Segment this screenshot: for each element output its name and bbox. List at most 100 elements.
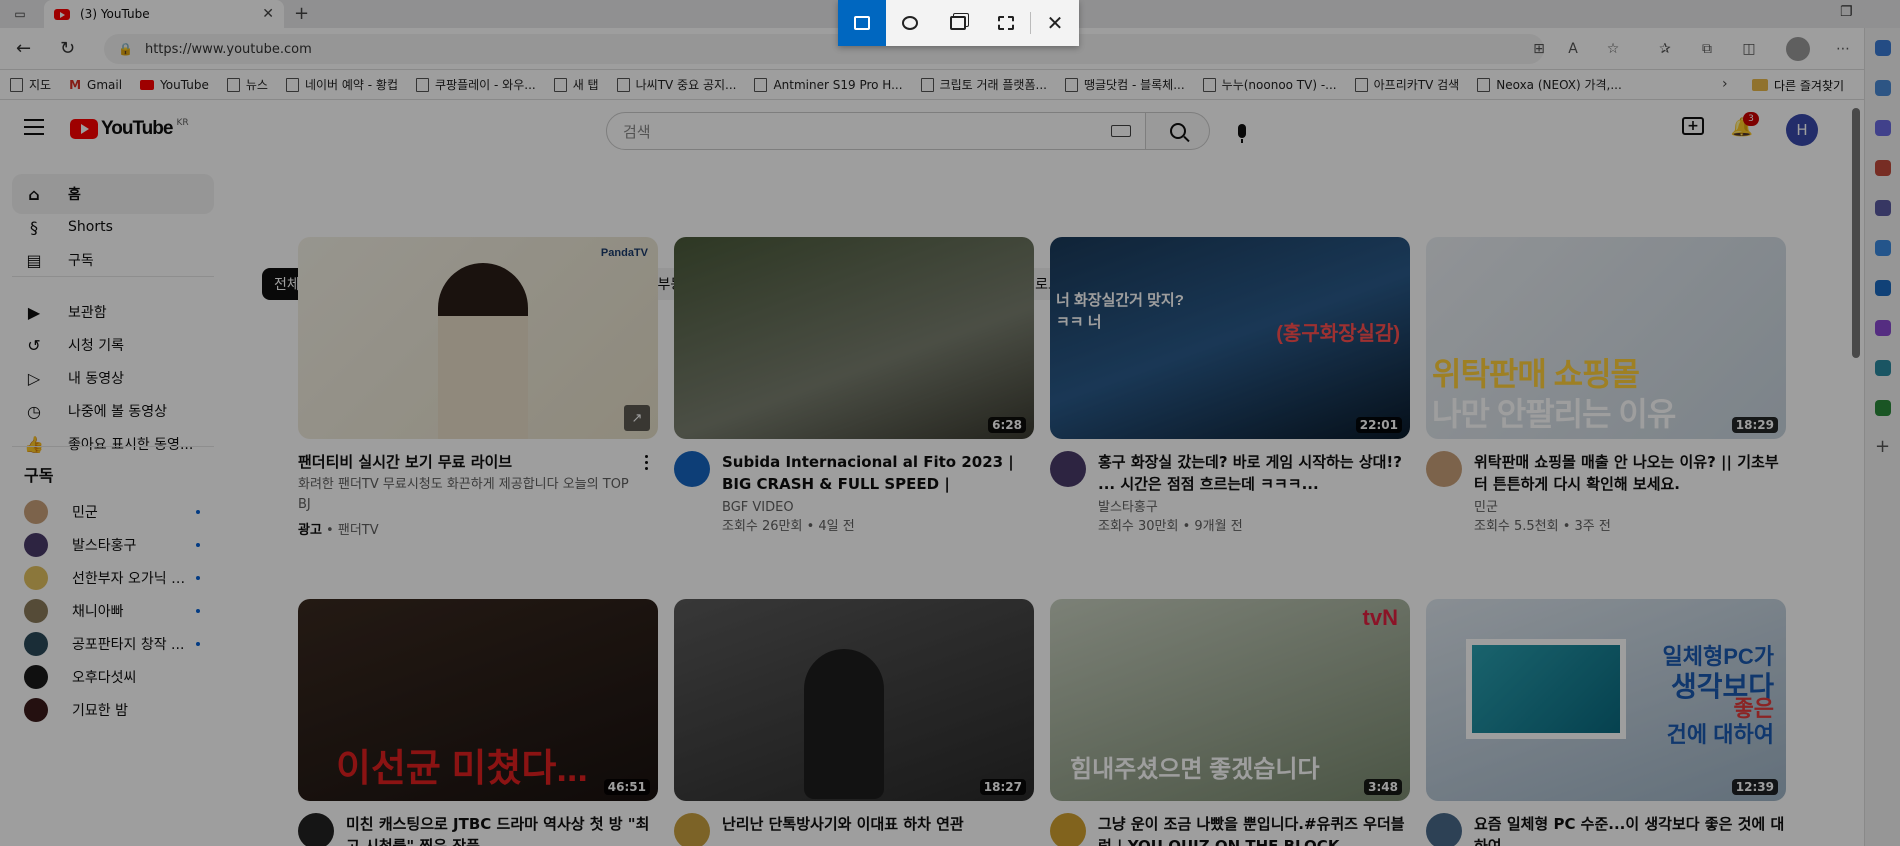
youtube-logo[interactable]: YouTube KR (70, 118, 189, 140)
video-thumbnail[interactable]: tvN 힘내주셨으면 좋겠습니다 3:48 (1050, 599, 1410, 801)
bookmark-item[interactable]: YouTube (140, 78, 209, 92)
bookmarks-overflow-icon[interactable]: › (1722, 76, 1728, 92)
bookmark-label: 나씨TV 중요 공지... (635, 78, 737, 92)
video-title[interactable]: 요즘 일체형 PC 수준...이 생각보다 좋은 것에 대하여 (1474, 813, 1786, 846)
hamburger-menu-icon[interactable] (24, 119, 44, 135)
bookmark-item[interactable]: 쿠팡플레이 - 와우... (416, 76, 536, 93)
office-icon[interactable] (1875, 240, 1891, 256)
create-video-icon[interactable]: + (1682, 117, 1704, 135)
sidebar-item-subscriptions[interactable]: ▤ 구독 (12, 240, 214, 280)
channel-avatar[interactable] (1050, 813, 1086, 846)
video-thumbnail[interactable]: 18:29 위탁판매 쇼핑몰 나만 안팔리는 이유 (1426, 237, 1786, 439)
games-icon[interactable] (1875, 200, 1891, 216)
close-snip-button[interactable]: ✕ (1031, 0, 1079, 46)
search-button[interactable] (1146, 112, 1210, 150)
video-card[interactable]: 22:01 너 화장실간거 맞지? ㅋㅋ 너 (홍구화장실감) 홍구 화장실 갔는데? … (1050, 237, 1410, 537)
channel-name[interactable]: BGF VIDEO (722, 499, 1034, 517)
video-card[interactable]: 이선균 미쳤다... 46:51 미친 캐스팅으로 JTBC 드라마 역사상 첫 방… (298, 599, 658, 846)
read-aloud-icon[interactable]: A (1564, 40, 1582, 58)
browser-tab[interactable]: (3) YouTube ✕ (44, 0, 284, 28)
outlook-icon[interactable] (1875, 280, 1891, 296)
app-available-icon[interactable]: ⊞ (1530, 40, 1548, 58)
channel-avatar[interactable] (298, 813, 334, 846)
close-tab-icon[interactable]: ✕ (262, 6, 274, 22)
video-thumbnail[interactable]: 22:01 너 화장실간거 맞지? ㅋㅋ 너 (홍구화장실감) (1050, 237, 1410, 439)
url-bar[interactable]: 🔒 https://www.youtube.com (104, 34, 1544, 64)
fullscreen-snip-button[interactable] (982, 0, 1030, 46)
account-avatar[interactable]: H (1786, 114, 1818, 146)
video-title[interactable]: 홍구 화장실 갔는데? 바로 게임 시작하는 상대!? ... 시간은 점점 흐… (1098, 451, 1410, 495)
video-thumbnail[interactable]: 일체형PC가 생각보다 좋은 건에 대하여 12:39 (1426, 599, 1786, 801)
channel-avatar[interactable] (1426, 451, 1462, 487)
bookmark-item[interactable]: 땡글닷컴 - 블록체... (1064, 76, 1185, 93)
video-meta: 미친 캐스팅으로 JTBC 드라마 역사상 첫 방 "최고 시청률" 찍은 작품 (298, 813, 658, 846)
video-card[interactable]: 6:28 Subida Internacional al Fito 2023 | … (674, 237, 1034, 537)
shopping-icon[interactable] (1875, 120, 1891, 136)
page-scrollbar[interactable] (1852, 108, 1860, 358)
sidebar-item-liked[interactable]: 👍 좋아요 표시한 동영... (12, 424, 214, 464)
favorite-star-icon[interactable]: ☆ (1604, 40, 1622, 58)
bing-chat-icon[interactable] (1875, 40, 1891, 56)
video-card[interactable]: tvN 힘내주셨으면 좋겠습니다 3:48 그냥 운이 조금 나빴을 뿐입니다.#유퀴… (1050, 599, 1410, 846)
keyboard-icon[interactable] (1111, 125, 1131, 137)
tools-icon[interactable] (1875, 160, 1891, 176)
channel-avatar[interactable] (1426, 813, 1462, 846)
refresh-icon[interactable]: ↻ (60, 38, 75, 59)
ad-card[interactable]: PandaTV ↗ 팬더티비 실시간 보기 무료 라이브 화려한 팬더TV 무료시청도… (298, 237, 658, 538)
browser-profile-icon[interactable] (1786, 37, 1810, 61)
bookmark-item[interactable]: M Gmail (69, 78, 122, 92)
designer-icon[interactable] (1875, 320, 1891, 336)
voice-search-button[interactable] (1222, 111, 1262, 151)
video-thumbnail[interactable]: 18:27 (674, 599, 1034, 801)
video-card[interactable]: 18:27 난리난 단톡방사기와 이대표 하차 연관 (674, 599, 1034, 846)
bookmark-item[interactable]: 아프리카TV 검색 (1354, 76, 1459, 93)
channel-avatar[interactable] (674, 813, 710, 846)
video-title[interactable]: Subida Internacional al Fito 2023 | BIG … (722, 451, 1034, 495)
ad-channel[interactable]: 팬더TV (338, 523, 379, 538)
search-sidebar-icon[interactable] (1875, 80, 1891, 96)
bookmark-item[interactable]: Neoxa (NEOX) 가격,... (1477, 76, 1622, 93)
bookmark-item[interactable]: 뉴스 (226, 76, 268, 93)
bookmark-item[interactable]: 지도 (10, 76, 51, 93)
settings-more-icon[interactable]: ⋯ (1834, 40, 1852, 58)
new-tab-icon[interactable]: + (294, 3, 309, 24)
channel-name[interactable]: 민군 (1474, 499, 1786, 517)
collections-icon[interactable]: ⧉ (1698, 40, 1716, 58)
subscription-item[interactable]: 기묘한 밤 (12, 690, 214, 730)
video-thumbnail[interactable]: 6:28 (674, 237, 1034, 439)
send-icon[interactable] (1875, 360, 1891, 376)
video-card[interactable]: 18:29 위탁판매 쇼핑몰 나만 안팔리는 이유위탁판매 쇼핑몰 매출 안 나오는… (1426, 237, 1786, 537)
freeform-snip-button[interactable] (886, 0, 934, 46)
external-link-icon[interactable]: ↗ (624, 405, 650, 431)
restore-window-icon[interactable]: ❐ (1840, 4, 1853, 20)
bookmark-item[interactable]: 크립토 거래 플랫폼... (920, 76, 1047, 93)
video-title[interactable]: 팬더티비 실시간 보기 무료 라이브 (298, 451, 634, 473)
bookmark-item[interactable]: 나씨TV 중요 공지... (616, 76, 737, 93)
bookmark-item[interactable]: 누누(noonoo TV) -... (1202, 76, 1337, 93)
back-icon[interactable]: ← (16, 38, 31, 59)
browser-essentials-icon[interactable]: ◫ (1740, 40, 1758, 58)
video-title[interactable]: 난리난 단톡방사기와 이대표 하차 연관 (722, 813, 1034, 835)
rectangle-snip-button[interactable] (838, 0, 886, 46)
other-bookmarks-folder[interactable]: 다른 즐겨찾기 (1752, 70, 1844, 100)
tree-icon[interactable] (1875, 400, 1891, 416)
video-meta: 난리난 단톡방사기와 이대표 하차 연관 (674, 813, 1034, 846)
channel-avatar[interactable] (674, 451, 710, 487)
video-title[interactable]: 미친 캐스팅으로 JTBC 드라마 역사상 첫 방 "최고 시청률" 찍은 작품 (346, 813, 658, 846)
channel-name[interactable]: 발스타홍구 (1098, 499, 1410, 517)
bookmark-item[interactable]: 새 탭 (553, 76, 599, 93)
channel-avatar[interactable] (1050, 451, 1086, 487)
bookmark-item[interactable]: 네이버 예약 - 황컵 (285, 76, 398, 93)
tab-actions-icon[interactable]: ▭ (12, 6, 28, 22)
search-input[interactable]: 검색 (606, 112, 1146, 150)
add-sidebar-icon[interactable]: + (1875, 438, 1891, 456)
video-title[interactable]: 그냥 운이 조금 나빴을 뿐입니다.#유퀴즈 우더블럭 | YOU QUIZ O… (1098, 813, 1410, 846)
video-card[interactable]: 일체형PC가 생각보다 좋은 건에 대하여 12:39 요즘 일체형 PC 수준...이 … (1426, 599, 1786, 846)
video-thumbnail[interactable]: PandaTV ↗ (298, 237, 658, 439)
video-title[interactable]: 위탁판매 쇼핑몰 매출 안 나오는 이유? || 기초부터 튼튼하게 다시 확인… (1474, 451, 1786, 495)
bookmark-item[interactable]: Antminer S19 Pro H... (754, 77, 903, 92)
more-options-icon[interactable] (634, 451, 658, 538)
video-thumbnail[interactable]: 이선균 미쳤다... 46:51 (298, 599, 658, 801)
favorites-icon[interactable]: ✰ (1656, 40, 1674, 58)
window-snip-button[interactable] (934, 0, 982, 46)
